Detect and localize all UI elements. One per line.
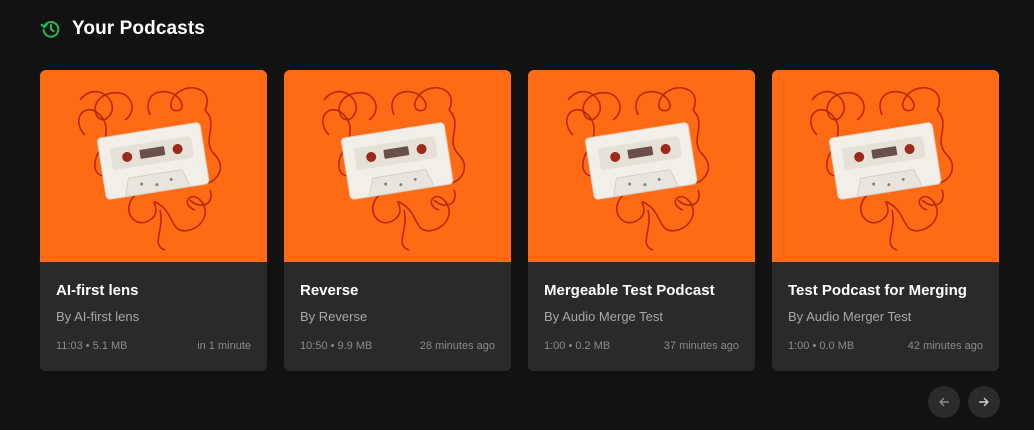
podcast-duration-size: 11:03 • 5.1 MB: [56, 340, 128, 352]
podcast-info: Reverse By Reverse 10:50 • 9.9 MB 28 min…: [284, 262, 511, 371]
podcast-author: By AI-first lens: [56, 309, 140, 324]
cassette-tape-image: [322, 86, 466, 251]
podcast-duration-size: 1:00 • 0.0 MB: [788, 340, 855, 352]
podcast-card[interactable]: Mergeable Test Podcast By Audio Merge Te…: [528, 70, 755, 371]
podcast-card[interactable]: Test Podcast for Merging By Audio Merger…: [772, 70, 999, 371]
podcast-title: AI-first lens: [56, 282, 139, 299]
section-header: Your Podcasts: [40, 18, 205, 40]
podcast-timestamp: 37 minutes ago: [663, 340, 739, 352]
podcast-list: AI-first lens By AI-first lens 11:03 • 5…: [40, 70, 999, 371]
podcast-title: Reverse: [300, 282, 359, 299]
podcast-info: Mergeable Test Podcast By Audio Merge Te…: [528, 262, 755, 371]
podcast-artwork: [772, 70, 999, 262]
cassette-tape-image: [78, 86, 222, 251]
podcast-timestamp: in 1 minute: [197, 340, 251, 352]
podcast-author: By Audio Merger Test: [788, 309, 912, 324]
arrow-left-icon: [939, 397, 950, 407]
podcast-timestamp: 28 minutes ago: [419, 340, 495, 352]
podcast-duration-size: 10:50 • 9.9 MB: [300, 340, 373, 352]
podcast-artwork: [284, 70, 511, 262]
podcast-card[interactable]: Reverse By Reverse 10:50 • 9.9 MB 28 min…: [284, 70, 511, 371]
podcast-author: By Reverse: [300, 309, 368, 324]
section-title: Your Podcasts: [72, 18, 205, 39]
prev-button[interactable]: [928, 386, 960, 418]
podcast-card[interactable]: AI-first lens By AI-first lens 11:03 • 5…: [40, 70, 267, 371]
podcast-title: Test Podcast for Merging: [788, 282, 967, 299]
podcast-duration-size: 1:00 • 0.2 MB: [544, 340, 611, 352]
arrow-right-icon: [978, 397, 989, 407]
cassette-tape-image: [566, 86, 710, 251]
podcast-info: AI-first lens By AI-first lens 11:03 • 5…: [40, 262, 267, 371]
podcast-timestamp: 42 minutes ago: [907, 340, 983, 352]
podcast-artwork: [528, 70, 755, 262]
cassette-tape-image: [810, 86, 954, 251]
history-icon: [40, 20, 60, 38]
podcast-info: Test Podcast for Merging By Audio Merger…: [772, 262, 999, 371]
podcast-author: By Audio Merge Test: [544, 309, 663, 324]
next-button[interactable]: [968, 386, 1000, 418]
podcast-title: Mergeable Test Podcast: [544, 282, 715, 299]
podcast-artwork: [40, 70, 267, 262]
